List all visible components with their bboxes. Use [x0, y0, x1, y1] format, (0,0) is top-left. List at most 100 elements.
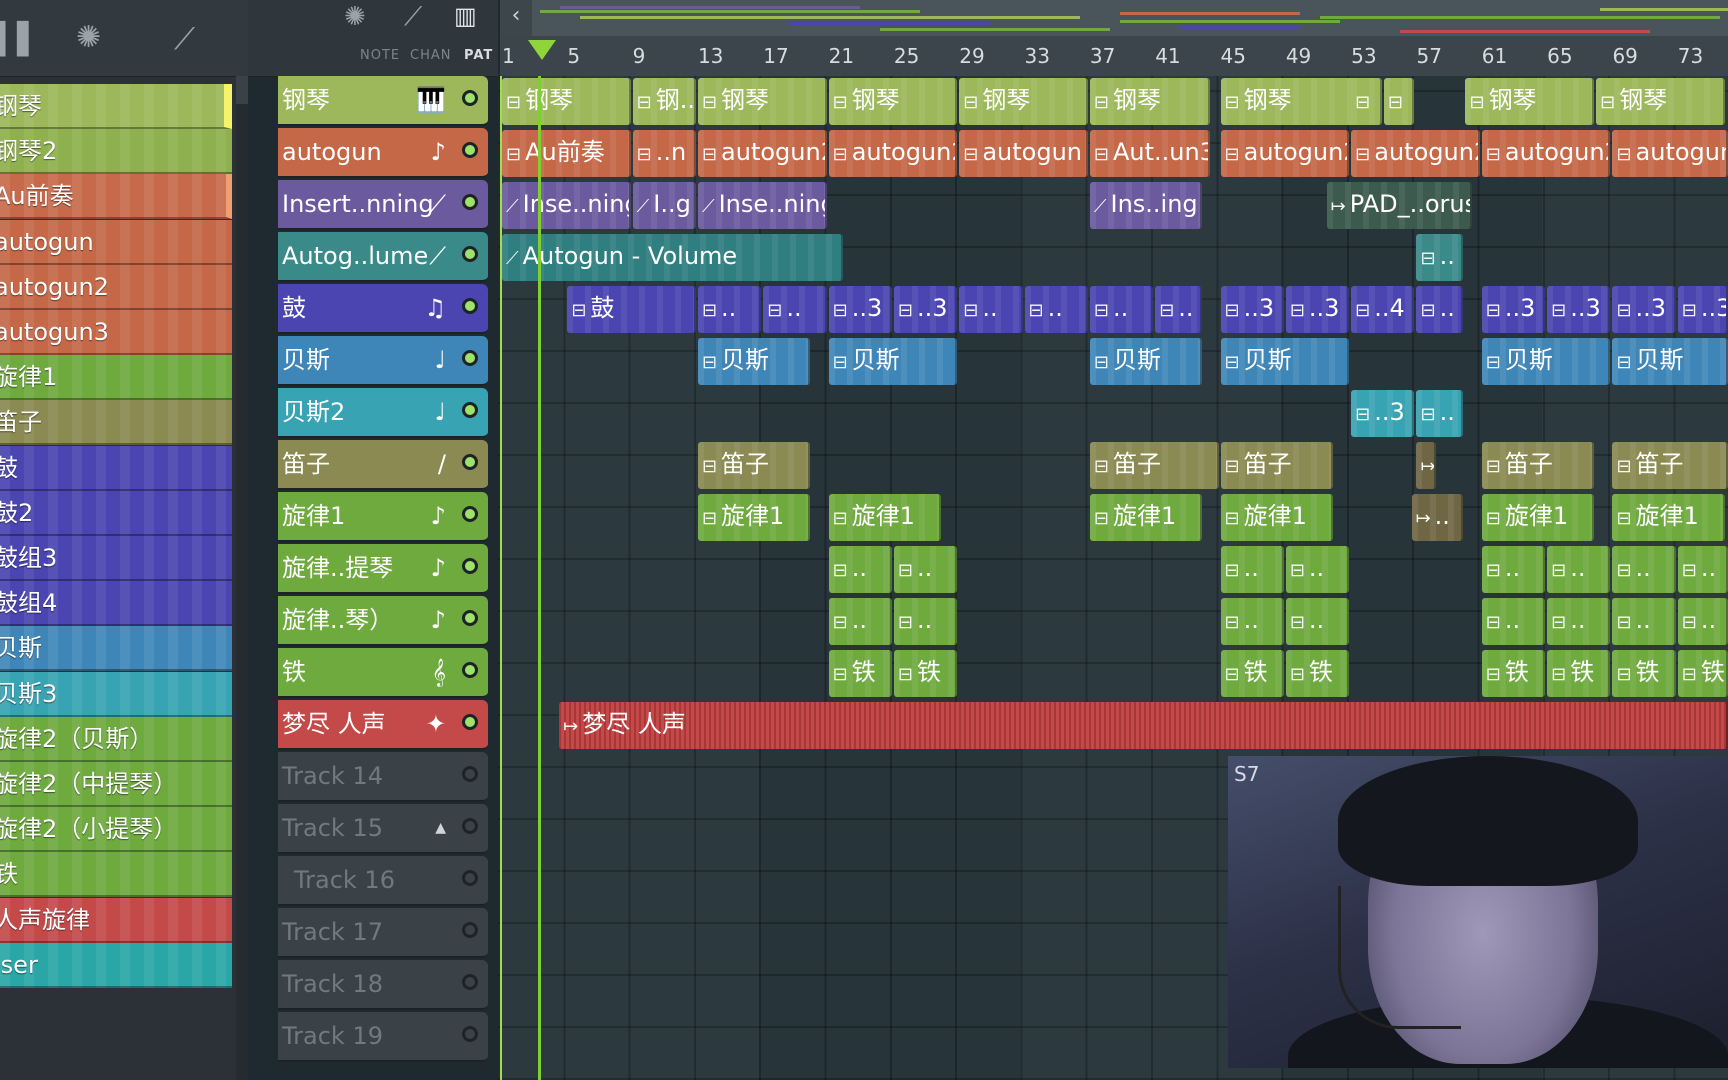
playlist-clip[interactable]: ⊟.. — [1416, 390, 1464, 437]
track-header[interactable]: Track 14 — [278, 752, 488, 802]
playlist-clip[interactable]: ⊟ 旋律1 — [1481, 494, 1595, 541]
playlist-clip[interactable]: ⊟.. — [763, 286, 827, 333]
pattern-item[interactable]: autogun3 — [0, 310, 232, 355]
playlist-clip[interactable]: ⊟ — [1383, 78, 1415, 125]
playlist-clip[interactable]: ⊟.. — [1612, 598, 1676, 645]
playlist-clip[interactable]: ⊟.. — [959, 286, 1023, 333]
playlist-clip[interactable]: ⊟.. — [1612, 546, 1676, 593]
playlist-clip[interactable]: ⊟ 铁 — [1481, 650, 1546, 697]
playlist-clip[interactable]: ⊟ 铁 — [1220, 650, 1284, 697]
track-header[interactable]: 铁 𝄞 — [278, 648, 488, 698]
playlist-clip[interactable]: ⊟ 钢琴 — [828, 78, 958, 125]
automation-icon[interactable]: ⟋ — [174, 22, 195, 57]
playlist-clip[interactable]: ⊟..3 — [1481, 286, 1546, 333]
playlist-clip[interactable]: ⊟..3 — [1677, 286, 1728, 333]
track-header[interactable]: Insert..nning ⟋ — [278, 180, 488, 230]
track-header[interactable]: 钢琴 🎹 — [278, 76, 488, 126]
pattern-item[interactable]: Au前奏 — [0, 174, 232, 220]
playlist-clip[interactable]: ⊟.. — [697, 286, 762, 333]
playlist-clip[interactable]: ⊟ autogun — [959, 130, 1088, 177]
track-mute-led[interactable] — [462, 298, 478, 314]
playlist-clip[interactable]: ⊟ 铁 — [893, 650, 958, 697]
playlist-clip[interactable]: ⊟ 笛子 — [1481, 442, 1595, 489]
track-mute-led[interactable] — [462, 90, 478, 106]
playlist-clip[interactable]: ⊟..3 — [1220, 286, 1284, 333]
track-header[interactable]: Autog..lume ⟋ — [278, 232, 488, 282]
pattern-item[interactable]: 鼓2 — [0, 490, 232, 536]
track-header[interactable]: Track 17 — [278, 908, 488, 958]
playlist-clip[interactable]: ⊟ 钢琴 — [502, 78, 631, 125]
pattern-item[interactable]: 钢琴2 — [0, 129, 232, 175]
playlist-clip[interactable]: ⊟ 鼓 — [567, 286, 696, 333]
playlist-clip[interactable]: ⊟.. — [893, 598, 958, 645]
automation-icon[interactable]: ⟋ — [404, 2, 422, 33]
playlist-clip[interactable]: ⊟ autogun2 — [1351, 130, 1480, 177]
piano-roll-icon[interactable]: ▌▌ — [0, 22, 40, 57]
playlist-clip[interactable]: ⊟ ..4 — [1351, 286, 1415, 333]
playlist-clip[interactable]: ⊟..3 — [1612, 286, 1676, 333]
playlist-clip[interactable]: ⊟ Aut..un3 — [1089, 130, 1211, 177]
playlist-clip[interactable]: ⊟ 贝斯 — [828, 338, 958, 385]
track-header[interactable]: 鼓 ♫ — [278, 284, 488, 334]
playlist-clip[interactable]: ⊟ autogun2 — [1220, 130, 1350, 177]
pattern-item[interactable]: 旋律2（中提琴） — [0, 762, 232, 807]
playlist-clip[interactable]: ⊟ 钢琴 — [1089, 78, 1211, 125]
playlist-clip[interactable]: ⊟..3 — [1351, 390, 1415, 437]
playlist-clip[interactable]: ⊟.. — [1220, 546, 1284, 593]
track-mute-led[interactable] — [462, 506, 478, 522]
playlist-clip[interactable]: ⊟ 旋律1 — [828, 494, 941, 541]
playlist-clip[interactable]: ⟋ Ins..ing — [1089, 182, 1203, 229]
track-mute-led[interactable] — [462, 870, 478, 886]
playlist-clip[interactable]: ⊟ 钢琴 — [1596, 78, 1725, 125]
playlist-clip[interactable]: ⊟ 贝斯 — [1481, 338, 1611, 385]
playlist-overview[interactable] — [500, 0, 1728, 36]
playlist-clip[interactable]: ⊟ autogun2 — [1481, 130, 1611, 177]
playlist-clip[interactable]: ⊟ 铁 — [828, 650, 892, 697]
playlist-clip[interactable]: ⊟ 笛子 — [697, 442, 811, 489]
playlist-clip[interactable]: ⊟ 笛子 — [1089, 442, 1219, 489]
pattern-item[interactable]: 贝斯3 — [0, 671, 232, 717]
playlist-clip[interactable]: ⊟.. — [828, 598, 892, 645]
track-mute-led[interactable] — [462, 818, 478, 834]
playlist-clip[interactable]: ⊟ autogun2 — [697, 130, 827, 177]
track-header[interactable]: Track 19 — [278, 1012, 488, 1062]
pattern-item[interactable]: iser — [0, 942, 232, 988]
track-mute-led[interactable] — [462, 974, 478, 990]
playlist-clip[interactable]: ⊟.. — [828, 546, 892, 593]
track-header[interactable]: 旋律1 ♪ — [278, 492, 488, 542]
playlist-clip[interactable]: ⊟ Au前奏 — [502, 130, 631, 177]
playlist-clip[interactable]: ⊟ 贝斯 — [1220, 338, 1350, 385]
playlist-clip[interactable]: ↦ 梦尽 人声 — [559, 702, 1728, 749]
tab-note[interactable]: NOTE — [360, 48, 400, 63]
pattern-item[interactable]: 鼓 — [0, 445, 232, 491]
playlist-clip[interactable]: ⊟ 钢琴 — [697, 78, 827, 125]
track-mute-led[interactable] — [462, 662, 478, 678]
track-header[interactable]: Track 18 — [278, 960, 488, 1010]
playlist-clip[interactable]: ⊟..3 — [1285, 286, 1350, 333]
pattern-item[interactable]: 旋律2（贝斯） — [0, 716, 232, 762]
track-mute-led[interactable] — [462, 194, 478, 210]
playlist-clip[interactable]: ⊟.. — [1677, 546, 1728, 593]
track-mute-led[interactable] — [462, 714, 478, 730]
track-header[interactable]: 梦尽 人声 ✦ — [278, 700, 488, 750]
playlist-clip[interactable]: ⊟ 笛子 — [1220, 442, 1333, 489]
playlist-clip[interactable]: ⊟ — [1351, 78, 1382, 125]
playlist-clip[interactable]: ⊟.. — [1481, 546, 1546, 593]
playlist-clip[interactable]: ⊟ 笛子 — [1612, 442, 1728, 489]
playlist-clip[interactable]: ⊟ 铁 — [1285, 650, 1350, 697]
pattern-item[interactable]: 旋律2（小提琴） — [0, 807, 232, 853]
playlist-clip[interactable]: ⊟.. — [1155, 286, 1203, 333]
playlist-clip[interactable]: ⊟ 铁 — [1612, 650, 1676, 697]
playlist-clip[interactable]: ⟋ Inse..ning — [502, 182, 631, 229]
playlist-clip[interactable]: ⊟..3 — [893, 286, 958, 333]
track-header[interactable]: Track 15 ▲ — [278, 804, 488, 854]
playlist-clip[interactable]: ⊟ 旋律1 — [1612, 494, 1725, 541]
pattern-item[interactable]: 人声旋律 — [0, 897, 232, 943]
pattern-item[interactable]: 鼓组4 — [0, 581, 232, 627]
playlist-clip[interactable]: ⊟ 钢琴 — [1465, 78, 1595, 125]
playlist-clip[interactable]: ⊟ 旋律1 — [1089, 494, 1203, 541]
track-header[interactable]: 贝斯 ♩ — [278, 336, 488, 386]
playlist-clip[interactable]: ⊟ 旋律1 — [1220, 494, 1333, 541]
pattern-item[interactable]: 鼓组3 — [0, 536, 232, 581]
tab-pat[interactable]: PAT — [464, 48, 493, 63]
